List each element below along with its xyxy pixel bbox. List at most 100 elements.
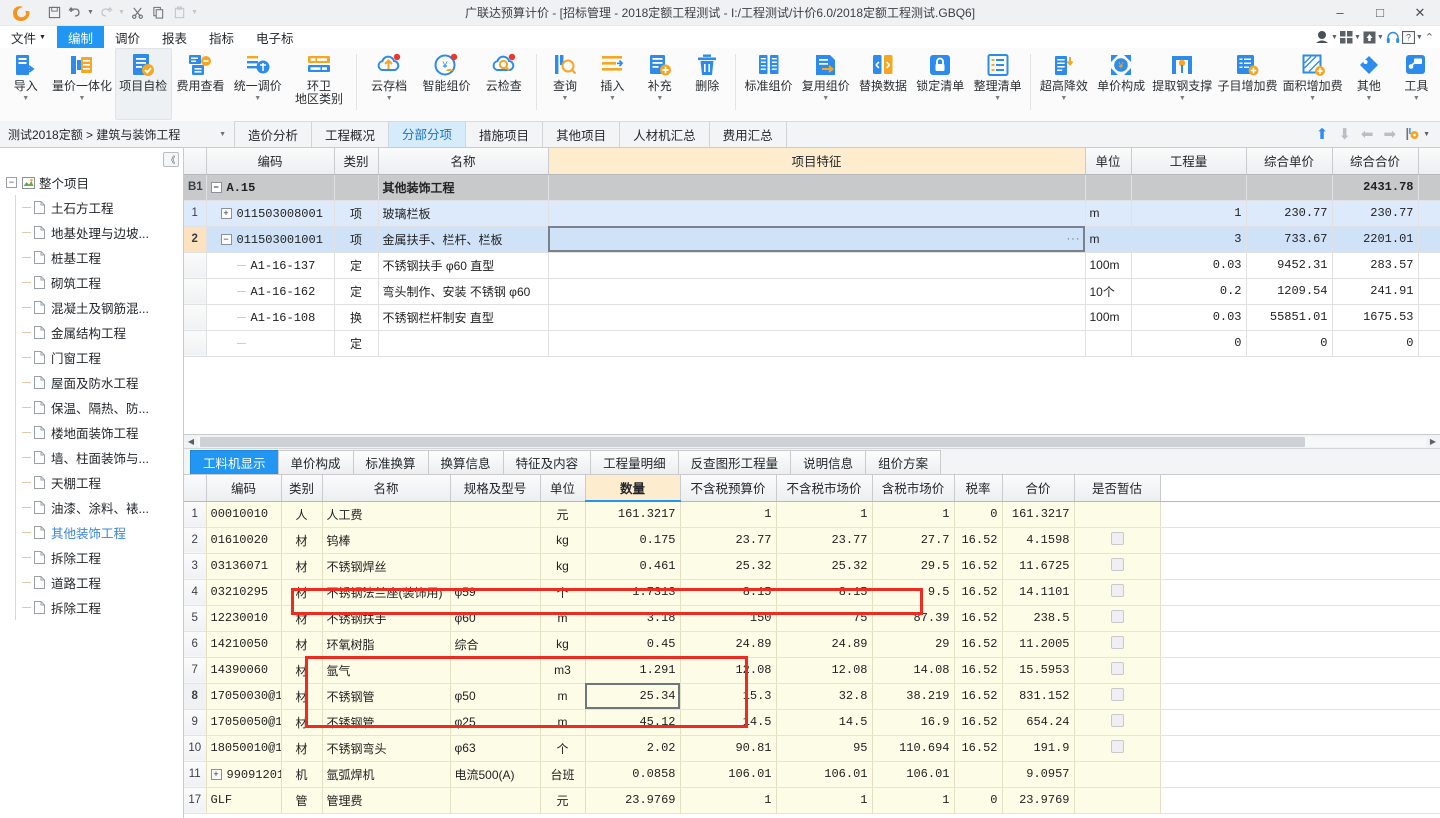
cell-spec[interactable] [450, 787, 541, 814]
col-total-price[interactable]: 合价 [1002, 475, 1075, 502]
ribbon-button-unit-price-composition[interactable]: ¥ 单价构成 [1092, 48, 1149, 120]
cell-code[interactable]: 17050030@1 [206, 683, 282, 710]
scrollbar-thumb[interactable] [200, 436, 1305, 447]
chevron-down-icon[interactable]: ▼ [994, 94, 1001, 103]
cell-code[interactable]: 17050050@1 [206, 709, 282, 736]
tree-expander-icon[interactable]: + [210, 768, 222, 780]
cell-code[interactable]: −011503001001 [206, 226, 335, 253]
cell-market-price[interactable]: 1 [776, 501, 873, 528]
cell-budget-price[interactable]: 1 [680, 787, 777, 814]
tab-fee-summary[interactable]: 费用汇总 [708, 122, 787, 147]
table-row[interactable]: 2 01610020 材 钨棒 kg 0.175 23.77 23.77 27.… [184, 527, 1440, 554]
table-row[interactable]: 6 14210050 材 环氧树脂 综合 kg 0.45 24.89 24.89… [184, 631, 1440, 658]
cell-unit-price[interactable]: 9452.31 [1246, 252, 1333, 279]
cell-name[interactable]: 管理费 [322, 787, 451, 814]
ribbon-button-sanitation-region[interactable]: 环卫 地区类别 [286, 48, 351, 120]
ribbon-button-extract-steel-support[interactable]: 提取钢支撑 ▼ [1150, 48, 1215, 120]
cell-budget-price[interactable]: 1 [680, 501, 777, 528]
scrollbar-track[interactable] [198, 436, 1426, 447]
cell-code[interactable]: 00010010 [206, 501, 282, 528]
cell-total[interactable]: 238.5 [1002, 605, 1075, 632]
cell-code[interactable]: 03210295 [206, 579, 282, 606]
chevron-down-icon[interactable]: ▼ [1309, 94, 1316, 103]
ribbon-button-replace-data[interactable]: 替换数据 [854, 48, 911, 120]
ribbon-button-reuse-pricing[interactable]: 复用组价 ▼ [797, 48, 854, 120]
cell-unit-price[interactable]: 1209.54 [1246, 278, 1333, 305]
cell-code[interactable]: 14390060 [206, 657, 282, 684]
cell-budget-price[interactable]: 23.77 [680, 527, 777, 554]
cell-category[interactable]: 材 [281, 631, 323, 658]
cell-quantity[interactable]: 23.9769 [585, 787, 681, 814]
cell-code[interactable]: +011503008001 [206, 200, 335, 227]
tab-subsection-items[interactable]: 分部分项 [388, 122, 466, 147]
cell-unit[interactable]: kg [540, 631, 586, 658]
sidebar-item-metal-structure[interactable]: 金属结构工程 [0, 320, 183, 345]
cell-quantity[interactable]: 0.03 [1131, 304, 1247, 331]
table-row[interactable]: 10 18050010@1 材 不锈钢弯头 φ63 个 2.02 90.81 9… [184, 735, 1440, 762]
menu-item-indicator[interactable]: 指标 [198, 26, 245, 48]
estimate-checkbox[interactable] [1110, 558, 1124, 571]
cell-unit[interactable]: m [540, 683, 586, 710]
collapse-ribbon-icon[interactable]: ⌃ [1425, 31, 1434, 44]
tab-feature-content[interactable]: 特征及内容 [502, 450, 592, 474]
cell-quantity[interactable]: 0.2 [1131, 278, 1247, 305]
cell-code[interactable]: 03136071 [206, 553, 282, 580]
cell-quantity[interactable]: 3.18 [585, 605, 681, 632]
ribbon-button-cloud-archive[interactable]: 云存档 ▼ [361, 48, 418, 120]
cell-quantity[interactable] [1131, 174, 1247, 201]
cell-is-estimated[interactable] [1074, 579, 1161, 606]
cell-category[interactable]: 材 [281, 735, 323, 762]
ribbon-button-import[interactable]: 导入 ▼ [2, 48, 49, 120]
sidebar-item-earthwork[interactable]: 土石方工程 [0, 195, 183, 220]
ribbon-button-delete[interactable]: 删除 [684, 48, 731, 120]
cell-total[interactable]: 191.9 [1002, 735, 1075, 762]
chevron-down-icon[interactable]: ▼ [1413, 94, 1420, 103]
cell-is-estimated[interactable] [1074, 501, 1161, 528]
chevron-down-icon[interactable]: ▼ [1060, 94, 1067, 103]
chevron-down-icon[interactable]: ▼ [1365, 94, 1372, 103]
cell-total[interactable]: 230.77 [1332, 200, 1419, 227]
cell-unit[interactable]: 个 [540, 735, 586, 762]
cell-feature[interactable] [548, 330, 1086, 357]
sidebar-item-ceiling[interactable]: 天棚工程 [0, 470, 183, 495]
tab-quantity-detail[interactable]: 工程量明细 [590, 450, 679, 474]
headset-icon[interactable] [1386, 31, 1400, 44]
cell-category[interactable]: 材 [281, 683, 323, 710]
col-market-price-excl-tax[interactable]: 不含税市场价 [776, 475, 873, 502]
cell-unit[interactable]: 10个 [1085, 278, 1132, 305]
cell-tax-rate[interactable]: 16.52 [954, 735, 1003, 762]
cell-category[interactable]: 人 [281, 501, 323, 528]
cell-budget-price[interactable]: 24.89 [680, 631, 777, 658]
cell-category[interactable]: 换 [334, 304, 379, 331]
undo-dropdown-caret-icon[interactable]: ▼ [86, 3, 95, 23]
breadcrumb[interactable]: 测试2018定额 > 建筑与装饰工程 ▼ [0, 121, 234, 147]
sidebar-item-masonry[interactable]: 砌筑工程 [0, 270, 183, 295]
horizontal-scrollbar[interactable]: ◀ ▶ [184, 435, 1440, 449]
cell-name[interactable]: 不锈钢扶手 φ60 直型 [378, 252, 549, 279]
table-row[interactable]: 1 +011503008001 项 玻璃栏板 m 1 230.77 230.77 [184, 200, 1440, 227]
cell-name[interactable]: 钨棒 [322, 527, 451, 554]
cell-tax-rate[interactable]: 16.52 [954, 683, 1003, 710]
ribbon-button-organize-list[interactable]: 整理清单 ▼ [969, 48, 1026, 120]
cell-category[interactable]: 材 [281, 527, 323, 554]
cell-total[interactable]: 14.1101 [1002, 579, 1075, 606]
sidebar-item-pile-foundation[interactable]: 桩基工程 [0, 245, 183, 270]
cell-name[interactable]: 氩弧焊机 [322, 761, 451, 788]
chevron-down-icon[interactable]: ▼ [386, 94, 393, 103]
cell-name[interactable]: 其他装饰工程 [378, 174, 549, 201]
cell-market-price-tax[interactable]: 106.01 [872, 761, 955, 788]
cell-category[interactable] [334, 174, 379, 201]
cell-quantity[interactable]: 45.12 [585, 709, 681, 736]
redo-icon[interactable] [96, 3, 116, 23]
col-comprehensive-total[interactable]: 综合合价 [1332, 148, 1419, 175]
tree-expander-icon[interactable]: − [220, 233, 232, 245]
ribbon-button-supplement[interactable]: 补充 ▼ [636, 48, 683, 120]
cell-name[interactable]: 金属扶手、栏杆、栏板 [378, 226, 549, 253]
cell-unit[interactable]: 100m [1085, 304, 1132, 331]
col-code[interactable]: 编码 [206, 148, 335, 175]
sidebar-item-wall-column-decoration[interactable]: 墙、柱面装饰与... [0, 445, 183, 470]
chevron-down-icon[interactable]: ▼ [1179, 94, 1186, 103]
cell-market-price-tax[interactable]: 9.5 [872, 579, 955, 606]
cell-name[interactable] [378, 330, 549, 357]
cell-name[interactable]: 环氧树脂 [322, 631, 451, 658]
